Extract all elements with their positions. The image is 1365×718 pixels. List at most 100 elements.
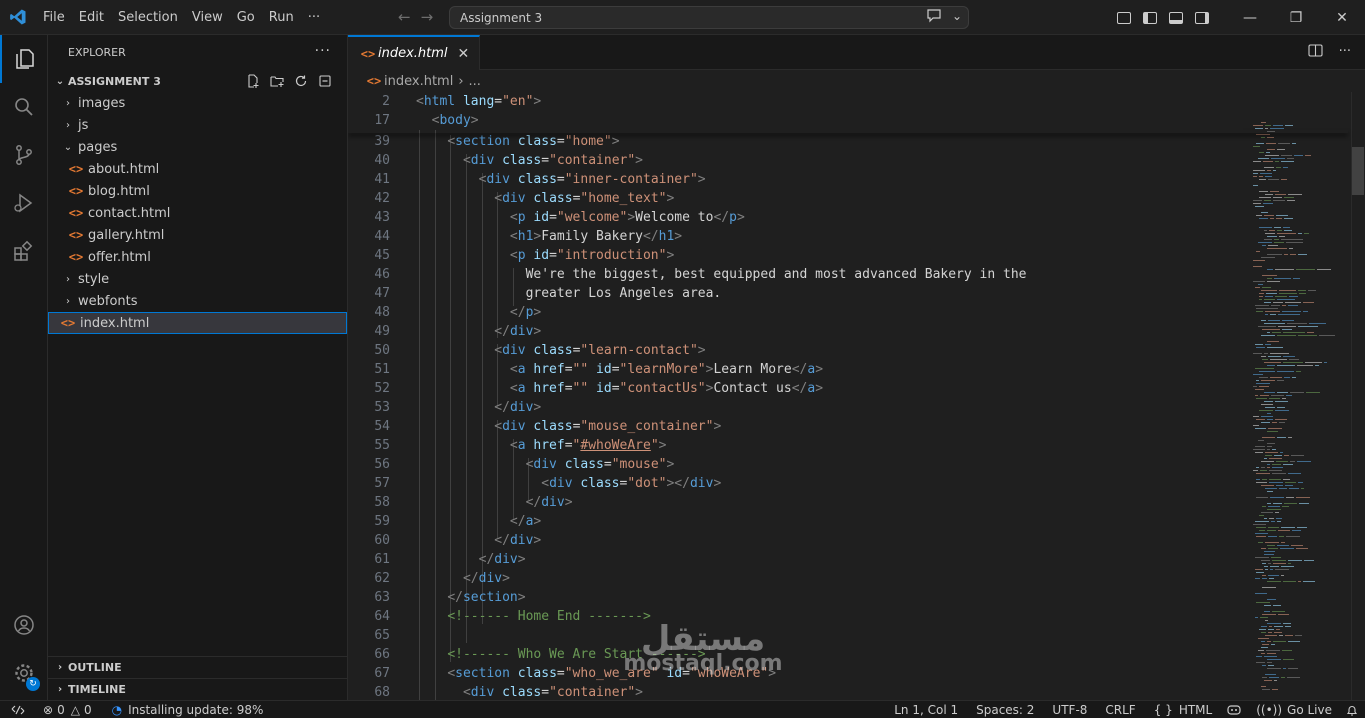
cursor-position[interactable]: Ln 1, Col 1 xyxy=(887,703,965,717)
outline-title: OUTLINE xyxy=(68,661,122,674)
minimap-line xyxy=(1268,527,1279,528)
minimap-line xyxy=(1287,677,1300,678)
minimap-line xyxy=(1282,623,1291,624)
minimize-icon[interactable]: — xyxy=(1227,0,1273,35)
extensions-icon[interactable] xyxy=(0,227,48,275)
remote-indicator-icon[interactable] xyxy=(0,701,36,718)
minimap-line xyxy=(1262,587,1276,588)
breadcrumb-file[interactable]: index.html xyxy=(384,74,453,89)
menu-item-edit[interactable]: Edit xyxy=(72,0,111,35)
customize-layout-icon[interactable] xyxy=(1117,11,1131,24)
line-number: 45 xyxy=(374,248,390,263)
minimap-line xyxy=(1262,665,1266,666)
tree-file[interactable]: <> index.html xyxy=(48,312,347,334)
language-mode[interactable]: { } HTML xyxy=(1147,703,1220,717)
menu-item-selection[interactable]: Selection xyxy=(111,0,185,35)
notifications-bell-icon[interactable] xyxy=(1339,704,1365,717)
command-center[interactable]: Assignment 3 ⌄ xyxy=(449,6,969,29)
new-folder-icon[interactable] xyxy=(269,73,285,89)
tree-folder[interactable]: › images xyxy=(48,92,347,114)
minimap-line xyxy=(1266,623,1281,624)
minimap-line xyxy=(1273,680,1277,681)
minimap[interactable] xyxy=(1251,92,1351,700)
indentation-status[interactable]: Spaces: 2 xyxy=(969,703,1041,717)
minimap-line xyxy=(1273,563,1286,564)
tree-folder[interactable]: › webfonts xyxy=(48,290,347,312)
collapse-all-icon[interactable] xyxy=(317,73,333,89)
minimap-line xyxy=(1254,569,1263,570)
split-editor-icon[interactable] xyxy=(1308,44,1323,61)
close-window-icon[interactable]: ✕ xyxy=(1319,0,1365,35)
restore-icon[interactable]: ❐ xyxy=(1273,0,1319,35)
minimap-line xyxy=(1290,545,1303,546)
minimap-line xyxy=(1288,248,1293,249)
menu-item-view[interactable]: View xyxy=(185,0,230,35)
source-control-icon[interactable] xyxy=(0,131,48,179)
minimap-line xyxy=(1266,332,1270,333)
tree-file[interactable]: <> gallery.html xyxy=(48,224,347,246)
minimap-line xyxy=(1263,203,1273,204)
editor-more-icon[interactable]: ··· xyxy=(1339,44,1351,61)
minimap-line xyxy=(1273,278,1291,279)
encoding-status[interactable]: UTF-8 xyxy=(1045,703,1094,717)
toggle-primary-sidebar-icon[interactable] xyxy=(1143,11,1157,24)
copilot-status-icon[interactable] xyxy=(1219,704,1249,716)
explorer-icon[interactable] xyxy=(0,35,48,83)
minimap-line xyxy=(1289,461,1295,462)
chevron-down-icon[interactable]: ⌄ xyxy=(952,9,962,26)
timeline-section-header[interactable]: › TIMELINE xyxy=(48,678,348,700)
tree-file[interactable]: <> about.html xyxy=(48,158,347,180)
minimap-line xyxy=(1268,536,1277,537)
menu-item-more[interactable]: ··· xyxy=(301,0,327,35)
search-icon[interactable] xyxy=(0,83,48,131)
refresh-icon[interactable] xyxy=(293,73,309,89)
tree-folder[interactable]: ⌄ pages xyxy=(48,136,347,158)
minimap-line xyxy=(1256,662,1265,663)
minimap-line xyxy=(1284,302,1301,303)
update-status[interactable]: ◔ Installing update: 98% xyxy=(105,703,271,717)
minimap-line xyxy=(1277,371,1294,372)
minimap-line xyxy=(1254,287,1260,288)
menu-item-run[interactable]: Run xyxy=(262,0,301,35)
manage-gear-icon[interactable]: ↻ xyxy=(0,649,48,697)
toggle-secondary-sidebar-icon[interactable] xyxy=(1195,11,1209,24)
tree-file[interactable]: <> offer.html xyxy=(48,246,347,268)
forward-arrow-icon[interactable]: → xyxy=(421,8,434,26)
minimap-line xyxy=(1297,527,1307,528)
scrollbar-thumb[interactable] xyxy=(1352,147,1364,195)
code-text: <body> xyxy=(431,113,479,128)
tree-folder[interactable]: › js xyxy=(48,114,347,136)
go-live-button[interactable]: ((•)) Go Live xyxy=(1249,703,1339,717)
accounts-icon[interactable] xyxy=(0,601,48,649)
back-arrow-icon[interactable]: ← xyxy=(398,8,411,26)
minimap-line xyxy=(1263,239,1272,240)
toggle-panel-icon[interactable] xyxy=(1169,11,1183,24)
tree-file[interactable]: <> contact.html xyxy=(48,202,347,224)
minimap-line xyxy=(1295,269,1315,270)
minimap-line xyxy=(1268,179,1279,180)
minimap-line xyxy=(1257,650,1264,651)
tree-file[interactable]: <> blog.html xyxy=(48,180,347,202)
minimap-line xyxy=(1253,386,1257,387)
minimap-line xyxy=(1256,347,1265,348)
eol-status[interactable]: CRLF xyxy=(1098,703,1142,717)
problems-status[interactable]: ⊗ 0 △ 0 xyxy=(36,703,99,717)
outline-section-header[interactable]: › OUTLINE xyxy=(48,656,348,678)
workspace-section-header[interactable]: ⌄ ASSIGNMENT 3 xyxy=(48,70,347,92)
new-file-icon[interactable] xyxy=(245,73,261,89)
tab-index-html[interactable]: <> index.html ✕ xyxy=(348,35,481,70)
tree-folder[interactable]: › style xyxy=(48,268,347,290)
menu-item-go[interactable]: Go xyxy=(230,0,262,35)
editor-scrollbar[interactable] xyxy=(1351,92,1365,700)
line-number: 61 xyxy=(374,552,390,567)
update-text: Installing update: 98% xyxy=(128,702,264,717)
close-icon[interactable]: ✕ xyxy=(458,46,470,62)
minimap-line xyxy=(1282,668,1286,669)
menu-item-file[interactable]: File xyxy=(35,0,72,35)
minimap-line xyxy=(1269,569,1273,570)
code-editor[interactable]: 39 <section class="home"> 40 <div class="… xyxy=(348,92,1365,700)
more-actions-icon[interactable]: ··· xyxy=(315,43,331,59)
breadcrumb-more[interactable]: ... xyxy=(469,74,481,89)
copilot-chat-icon[interactable] xyxy=(926,9,942,26)
run-debug-icon[interactable] xyxy=(0,179,48,227)
